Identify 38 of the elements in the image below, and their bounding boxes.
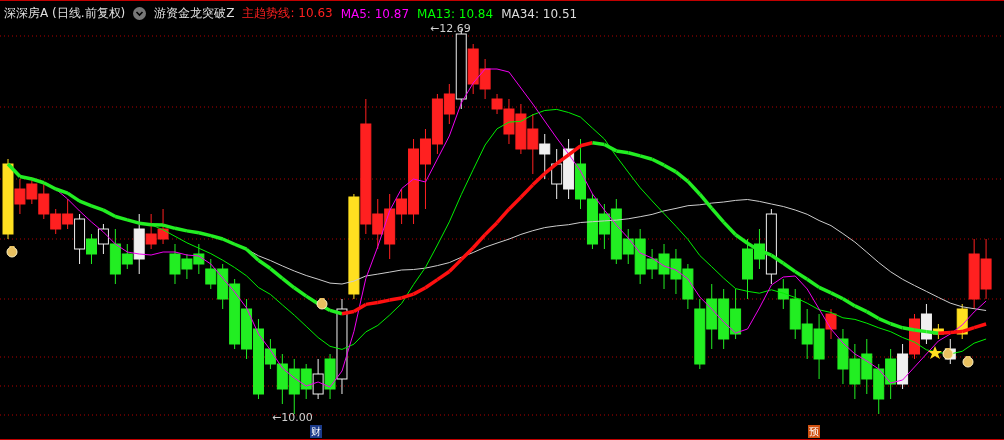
candlestick xyxy=(575,138,587,210)
legend-value: MA5: 10.87 xyxy=(340,6,410,21)
candlestick xyxy=(849,343,861,400)
candlestick xyxy=(670,248,682,295)
candlestick xyxy=(718,288,730,350)
event-marker[interactable]: 预 xyxy=(808,425,820,438)
candlestick xyxy=(50,208,62,235)
candlestick xyxy=(897,343,909,390)
candlestick xyxy=(730,288,742,340)
candlestick xyxy=(598,203,610,250)
candlestick xyxy=(885,348,897,400)
candlestick xyxy=(515,103,527,155)
indicator-name: 游资金龙突破Z xyxy=(154,5,235,22)
candlestick xyxy=(551,148,563,200)
star-icon xyxy=(928,346,942,359)
candlestick xyxy=(980,238,992,300)
candlestick xyxy=(38,183,50,220)
event-marker[interactable]: 财 xyxy=(310,425,322,438)
candlestick xyxy=(527,113,539,175)
candlestick xyxy=(157,208,169,245)
high-price-label: ←12.69 xyxy=(430,22,471,35)
dropdown-icon[interactable] xyxy=(133,7,147,20)
legend-value: MA13: 10.84 xyxy=(417,6,494,21)
candlestick xyxy=(873,363,885,415)
candlestick xyxy=(909,313,920,360)
candlestick xyxy=(861,338,873,395)
legend-value: 主趋势线: 10.63 xyxy=(242,5,333,22)
low-price-label: ←10.00 xyxy=(272,411,313,424)
stock-title: 深深房A (日线.前复权) xyxy=(4,5,126,22)
candlestick xyxy=(539,133,551,180)
candlestick xyxy=(241,298,253,360)
legend-value: MA34: 10.51 xyxy=(501,6,578,21)
candlestick xyxy=(586,193,598,250)
candlestick xyxy=(801,308,813,360)
candlestick xyxy=(563,138,575,200)
candlestick xyxy=(312,358,324,400)
candlestick xyxy=(706,283,718,350)
candlestick xyxy=(193,243,205,275)
